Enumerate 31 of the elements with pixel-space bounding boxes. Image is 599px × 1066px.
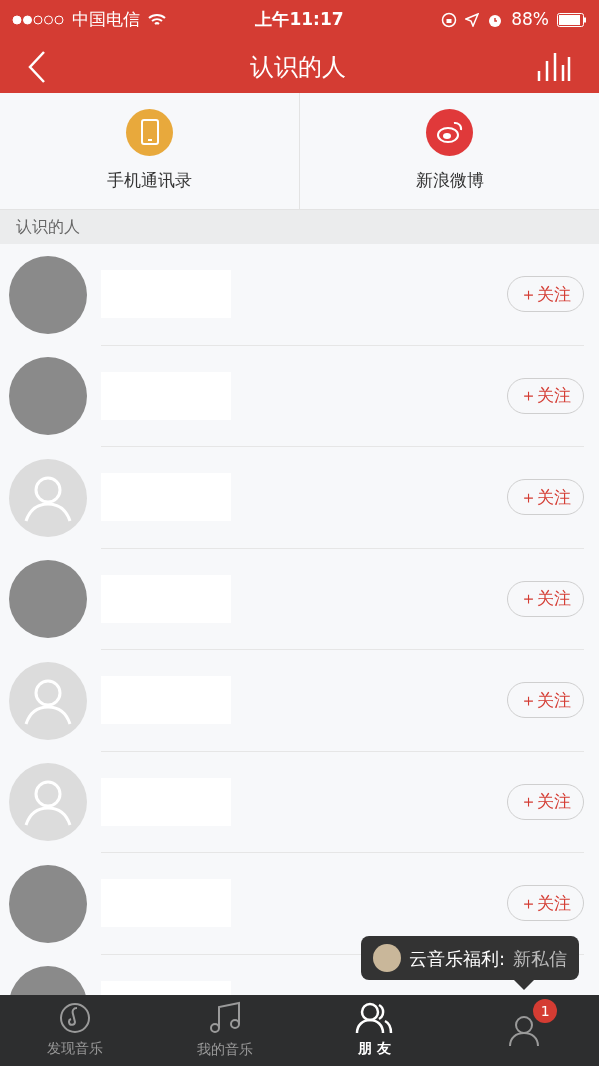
person-icon bbox=[508, 1014, 541, 1047]
status-time: 上午11:17 bbox=[255, 8, 344, 32]
default-avatar-icon bbox=[9, 763, 87, 842]
battery-icon bbox=[557, 13, 587, 27]
music-disc-icon bbox=[58, 1002, 91, 1034]
tab-bar-item[interactable]: 朋 友 bbox=[299, 995, 450, 1066]
tab-bar-item[interactable]: 我的音乐 bbox=[149, 995, 300, 1066]
section-heading: 认识的人 bbox=[16, 216, 80, 238]
weibo-icon bbox=[435, 120, 464, 145]
default-avatar-icon bbox=[9, 661, 87, 740]
notification-badge: 1 bbox=[533, 999, 558, 1023]
battery-percent: 88% bbox=[511, 8, 549, 32]
alarm-clock-icon bbox=[487, 12, 504, 28]
source-option[interactable]: 手机通讯录 bbox=[0, 93, 299, 209]
sender-avatar-photo-placeholder bbox=[372, 944, 401, 972]
tab-bar-item[interactable]: 发现音乐 bbox=[0, 995, 150, 1066]
tooltip-pointer-icon bbox=[514, 980, 534, 990]
page-title: 认识的人 bbox=[248, 51, 347, 83]
rotation-lock-icon bbox=[441, 12, 458, 28]
source-option[interactable]: 新浪微博 bbox=[299, 93, 599, 209]
phone-icon bbox=[138, 119, 161, 146]
playing-bars-icon[interactable] bbox=[537, 50, 571, 83]
carrier-name: 中国电信 bbox=[72, 8, 140, 32]
friends-icon bbox=[355, 1002, 394, 1034]
tooltip-message: 新私信 bbox=[513, 946, 567, 971]
location-arrow-icon bbox=[465, 13, 480, 27]
signal-icon bbox=[12, 15, 64, 25]
tab-bar-item[interactable]: 1 bbox=[449, 995, 599, 1066]
default-avatar-icon bbox=[9, 458, 87, 537]
wifi-icon bbox=[148, 13, 166, 27]
tooltip-sender: 云音乐福利: bbox=[408, 946, 505, 971]
